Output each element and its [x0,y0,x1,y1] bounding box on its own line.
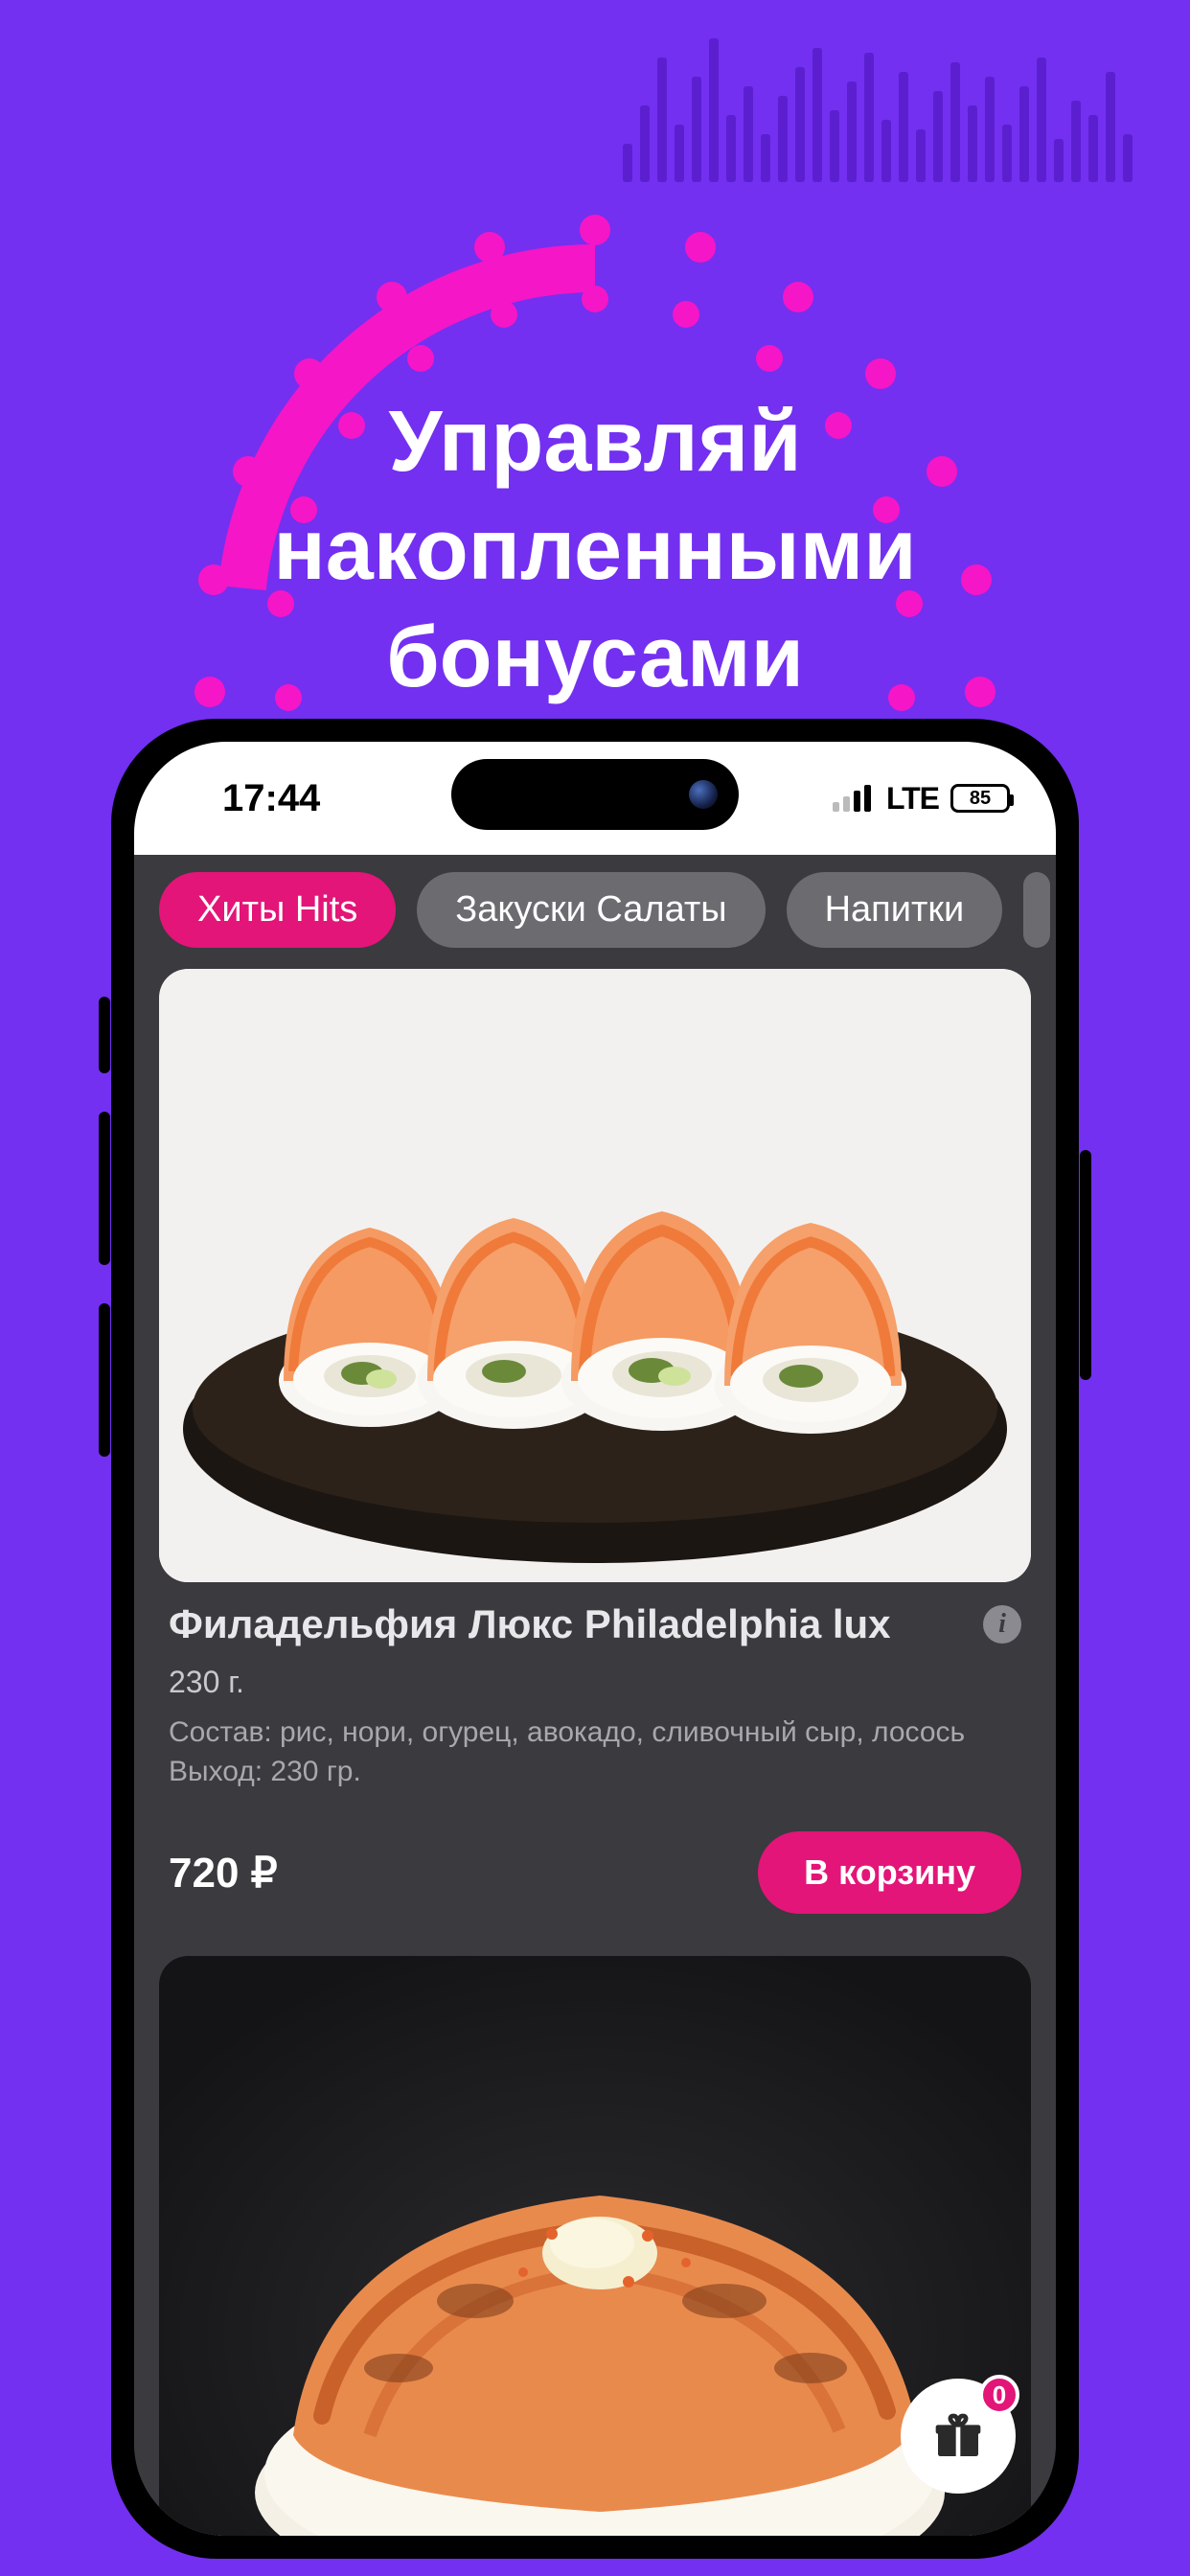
gift-icon [931,2409,985,2463]
add-to-cart-button[interactable]: В корзину [758,1831,1021,1914]
gift-fab[interactable]: 0 [901,2379,1016,2494]
product-card[interactable]: Филадельфия Люкс Philadelphia lux i 230 … [159,969,1031,1946]
promo-canvas: Управляй накопленными бонусами 17:44 LTE… [0,0,1190,2576]
info-icon[interactable]: i [983,1605,1021,1644]
device-button [1080,1150,1091,1380]
product-ingredients: Состав: рис, нори, огурец, авокадо, слив… [169,1714,1021,1753]
product-list[interactable]: Филадельфия Люкс Philadelphia lux i 230 … [134,969,1056,2536]
status-time: 17:44 [222,777,320,820]
device-button [99,997,110,1073]
product-image [159,969,1031,1582]
network-label: LTE [886,781,939,816]
promo-headline: Управляй накопленными бонусами [164,388,1026,712]
product-image-next[interactable] [159,1956,1031,2536]
device-button [99,1303,110,1457]
phone-screen: 17:44 LTE 85 Хиты Hits Закуски Салаты На… [134,742,1056,2536]
chip-appetizers[interactable]: Закуски Салаты [417,872,765,948]
chip-drinks[interactable]: Напитки [787,872,1003,948]
battery-icon: 85 [950,784,1010,813]
category-chips: Хиты Hits Закуски Салаты Напитки [134,855,1056,969]
battery-level: 85 [970,788,991,810]
device-button [99,1112,110,1265]
gift-badge: 0 [979,2375,1019,2415]
decor-equalizer [623,29,1133,182]
product-title: Филадельфия Люкс Philadelphia lux [169,1601,968,1647]
product-weight: 230 г. [169,1665,1021,1700]
chip-hits[interactable]: Хиты Hits [159,872,396,948]
product-description: Состав: рис, нори, огурец, авокадо, слив… [169,1714,1021,1791]
product-output: Выход: 230 гр. [169,1753,1021,1792]
chip-more[interactable] [1023,872,1050,948]
status-right: LTE 85 [833,781,1010,816]
dynamic-island [451,759,739,830]
product-price: 720 ₽ [169,1849,758,1898]
phone-device: 17:44 LTE 85 Хиты Hits Закуски Салаты На… [111,719,1079,2559]
signal-icon [833,785,871,812]
